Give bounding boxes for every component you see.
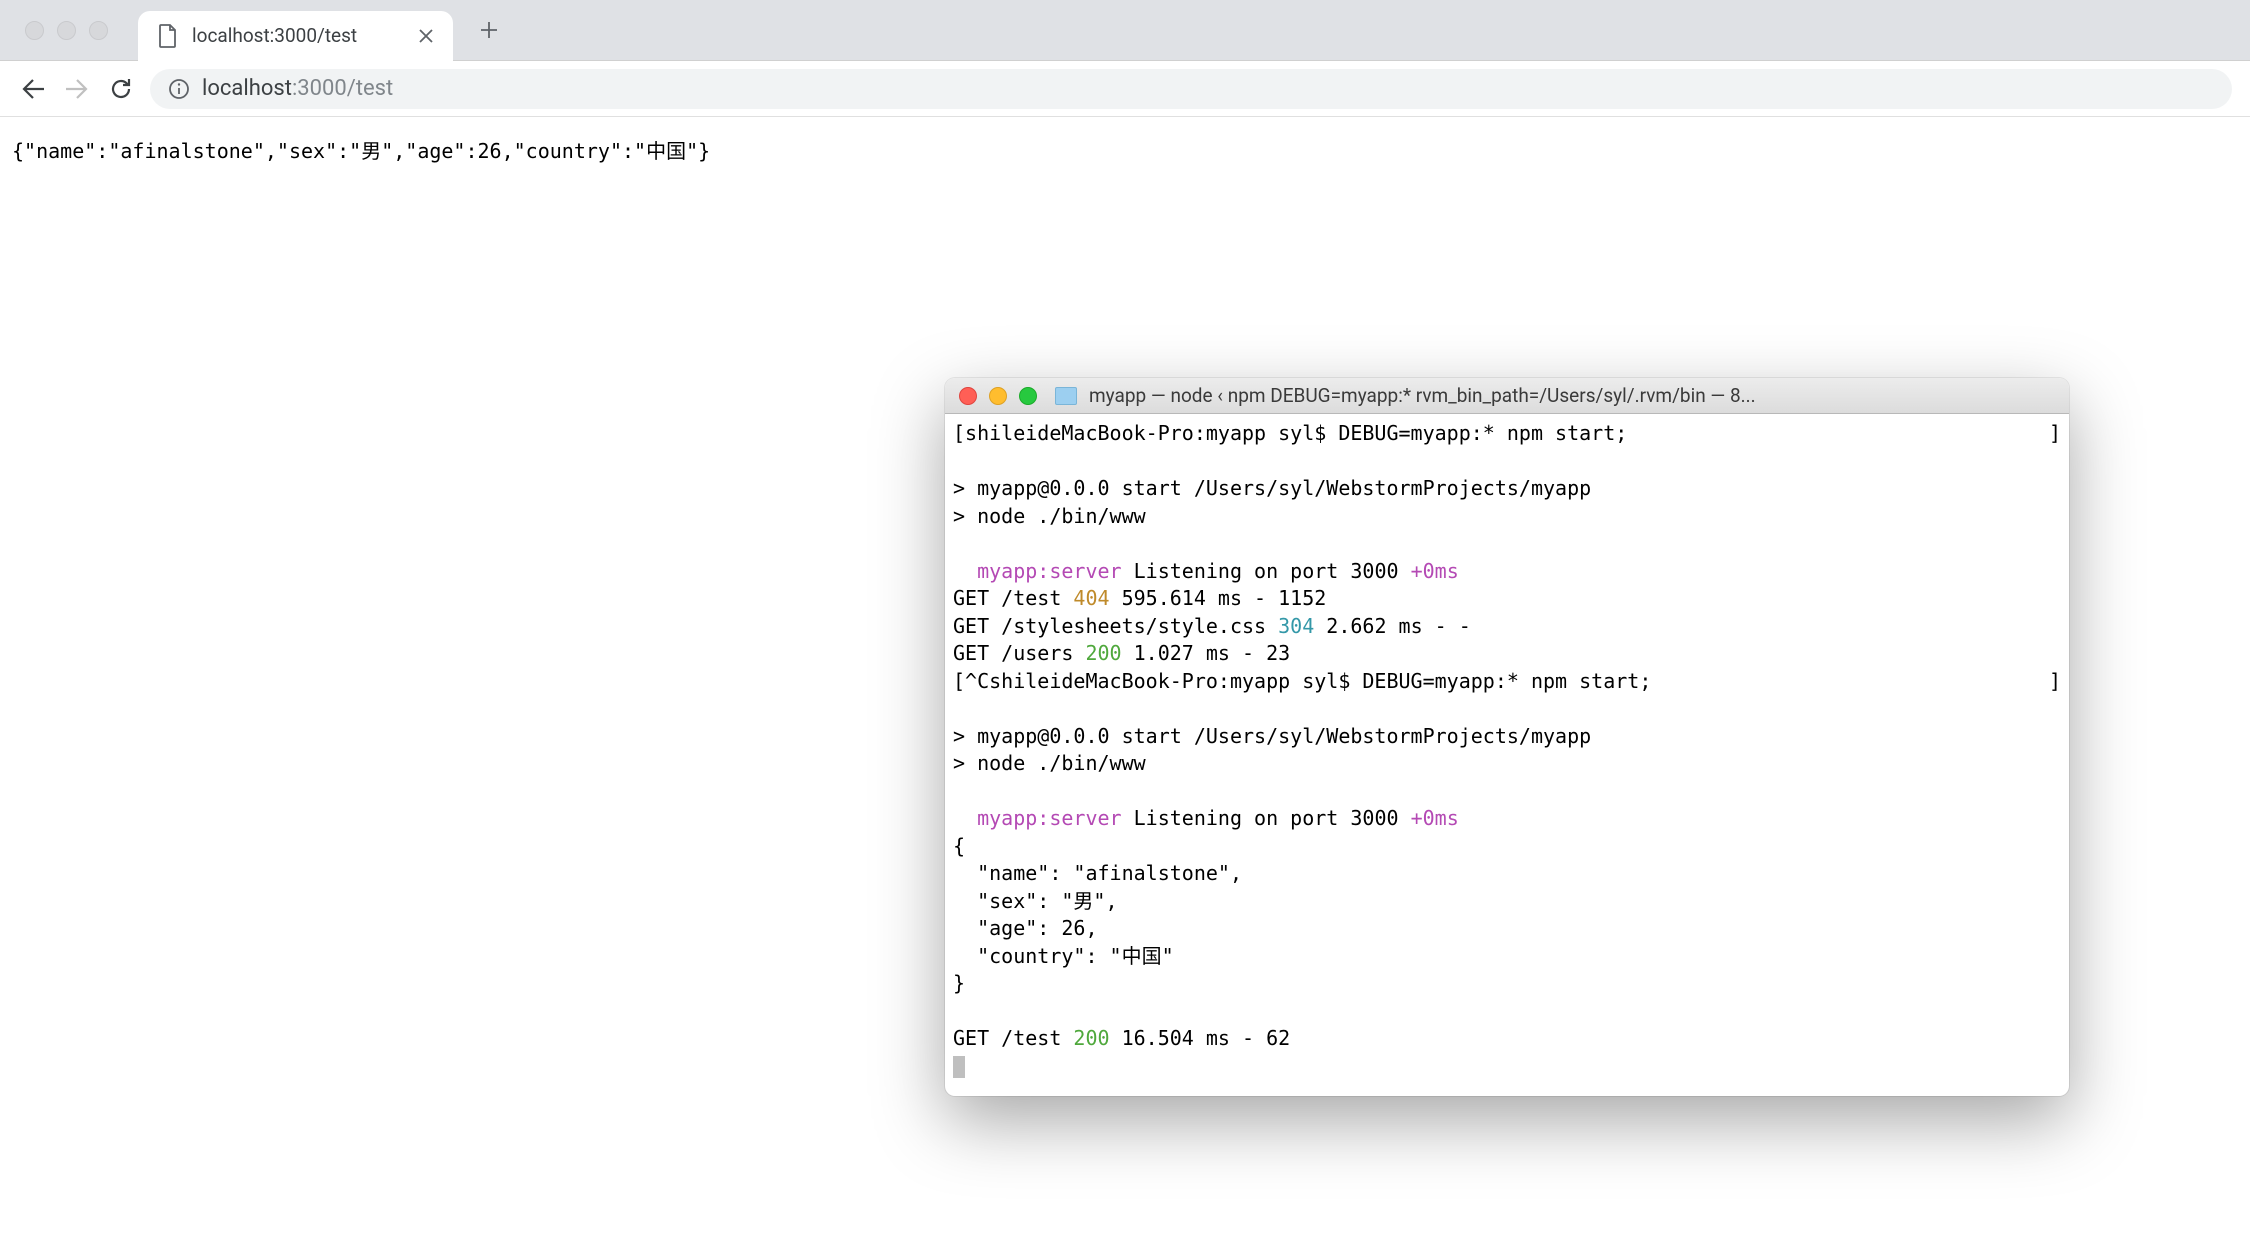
terminal-title: myapp — node ‹ npm DEBUG=myapp:* rvm_bin… (1089, 384, 2055, 407)
terminal-maximize-button[interactable] (1019, 387, 1037, 405)
address-text: localhost:3000/test (202, 76, 393, 101)
tab-title: localhost:3000/test (192, 24, 405, 47)
chrome-toolbar: localhost:3000/test (0, 61, 2250, 117)
page-body: {"name":"afinalstone","sex":"男","age":26… (0, 117, 2250, 182)
browser-tab[interactable]: localhost:3000/test (138, 11, 453, 61)
terminal-titlebar[interactable]: myapp — node ‹ npm DEBUG=myapp:* rvm_bin… (945, 378, 2069, 414)
file-icon (156, 24, 180, 48)
terminal-cursor (953, 1056, 965, 1078)
window-maximize-dot[interactable] (89, 21, 108, 40)
reload-button[interactable] (106, 74, 136, 104)
terminal-minimize-button[interactable] (989, 387, 1007, 405)
chrome-tab-bar: localhost:3000/test (0, 0, 2250, 61)
close-tab-button[interactable] (417, 27, 435, 45)
back-button[interactable] (18, 74, 48, 104)
site-info-icon[interactable] (168, 78, 190, 100)
new-tab-button[interactable] (471, 12, 507, 48)
address-bar[interactable]: localhost:3000/test (150, 69, 2232, 109)
window-minimize-dot[interactable] (57, 21, 76, 40)
terminal-scrollbar[interactable] (2051, 418, 2067, 1090)
terminal-close-button[interactable] (959, 387, 977, 405)
window-traffic-lights (25, 21, 108, 40)
forward-button[interactable] (62, 74, 92, 104)
terminal-body[interactable]: [shileideMacBook-Pro:myapp syl$ DEBUG=my… (945, 414, 2069, 1096)
folder-icon (1055, 387, 1077, 405)
terminal-window: myapp — node ‹ npm DEBUG=myapp:* rvm_bin… (945, 378, 2069, 1096)
window-close-dot[interactable] (25, 21, 44, 40)
terminal-traffic-lights (959, 387, 1037, 405)
